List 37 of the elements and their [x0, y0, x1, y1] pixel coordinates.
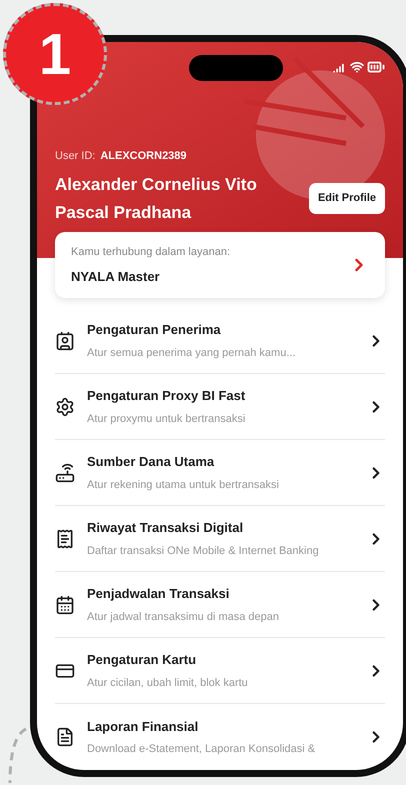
menu-item[interactable]: Riwayat Transaksi Digital Daftar transaksi ONe Mobile & Internet Banking [55, 506, 385, 572]
user-id: ALEXCORN2389 [100, 149, 187, 164]
menu-title: Pengaturan Penerima [87, 321, 222, 339]
service-label: Kamu terhubung dalam layanan: [71, 245, 230, 260]
step-badge: 1 [3, 3, 107, 105]
menu-item[interactable]: Penjadwalan Transaksi Atur jadwal transaksimu di masa depan [55, 572, 385, 638]
menu-item[interactable]: Sumber Dana Utama Atur rekening utama untuk bertransaksi [55, 440, 385, 506]
menu-item[interactable]: Pengaturan Proxy BI Fast Atur proxymu untuk bertransaksi [55, 374, 385, 440]
settings-icon [55, 396, 75, 416]
service-card[interactable]: Kamu terhubung dalam layanan: NYALA Master [55, 232, 385, 298]
menu-subtitle: Atur semua penerima yang pernah kamu... [87, 346, 297, 360]
device-icon [55, 462, 75, 482]
document-icon [55, 727, 75, 747]
menu-item[interactable]: Laporan Finansial Download e-Statement, Laporan Konsolidasi & [55, 704, 385, 770]
edit-profile-button[interactable]: Edit Profile [308, 183, 385, 214]
menu-title: Pengaturan Proxy BI Fast [87, 387, 246, 405]
user-name: Alexander Cornelius Vito Pascal Pradhana [55, 174, 258, 224]
menu-title: Riwayat Transaksi Digital [87, 519, 244, 537]
menu-subtitle: Download e-Statement, Laporan Konsolidasi & [87, 742, 316, 757]
menu-item[interactable]: Pengaturan Penerima Atur semua penerima yang pernah kamu... [55, 308, 385, 374]
menu-subtitle: Daftar transaksi ONe Mobile & Internet Banking [87, 544, 320, 558]
calendar-icon [55, 594, 75, 614]
menu-subtitle: Atur rekening utama untuk bertransaksi [87, 478, 280, 492]
contact-card-icon [55, 330, 75, 350]
menu-subtitle: Atur jadwal transaksimu di masa depan [87, 610, 280, 624]
service-name: NYALA Master [71, 268, 161, 286]
menu-title: Sumber Dana Utama [87, 453, 216, 471]
menu-title: Laporan Finansial [87, 718, 200, 736]
dashed-arc-drawing [6, 727, 28, 785]
menu-item[interactable]: Pengaturan Kartu Atur cicilan, ubah limit, blok kartu [55, 638, 385, 704]
receipt-icon [55, 528, 75, 548]
menu-subtitle: Atur cicilan, ubah limit, blok kartu [87, 676, 249, 690]
menu-subtitle: Atur proxymu untuk bertransaksi [87, 412, 246, 426]
wifi-icon [350, 60, 364, 74]
menu-title: Penjadwalan Transaksi [87, 585, 230, 603]
user-id-label: User ID: [55, 149, 96, 164]
menu-title: Pengaturan Kartu [87, 651, 198, 669]
